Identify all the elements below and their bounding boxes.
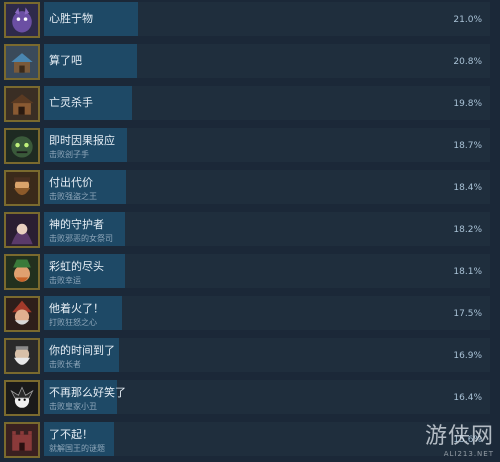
achievement-row: 即时因果报应 击败刽子手 18.7% [0,126,500,168]
achievement-row: 彩虹的尽头 击败幸运 18.1% [0,252,500,294]
achievement-percent: 16.4% [453,393,482,403]
site-watermark: 游侠网 ALI213.NET [425,418,494,458]
achievement-title: 即时因果报应 [49,134,115,147]
achievement-percent: 16.9% [453,351,482,361]
achievement-title: 彩虹的尽头 [49,260,104,273]
progress-bar: 他着火了！ 打败狂怒之心 17.5% [44,296,490,330]
achievement-row: 他着火了！ 打败狂怒之心 17.5% [0,294,500,336]
achievement-percent: 19.8% [453,99,482,109]
dark-green-monster-icon [4,128,40,164]
achievement-percent: 21.0% [453,15,482,25]
achievement-description: 击败长者 [49,360,81,369]
achievement-title: 了不起！ [49,428,93,441]
achievement-percent: 18.2% [453,225,482,235]
achievement-row: 亡灵杀手 19.8% [0,84,500,126]
achievement-row: 神的守护者 击败邪恶的女祭司 18.2% [0,210,500,252]
achievement-row: 心胜于物 21.0% [0,0,500,42]
achievement-description: 击败刽子手 [49,150,89,159]
house-icon [4,44,40,80]
achievement-description: 击败强盗之王 [49,192,97,201]
castle-icon [4,422,40,458]
achievement-row: 付出代价 击败强盗之王 18.4% [0,168,500,210]
progress-bar: 即时因果报应 击败刽子手 18.7% [44,128,490,162]
purple-creature-icon [4,2,40,38]
progress-bar: 亡灵杀手 19.8% [44,86,490,120]
achievement-title: 亡灵杀手 [49,96,93,109]
watermark-main: 游侠网 [424,424,494,449]
progress-bar: 不再那么好笑了 击败皇家小丑 16.4% [44,380,490,414]
achievement-title: 神的守护者 [49,218,104,231]
progress-bar: 你的时间到了 击败长者 16.9% [44,338,490,372]
progress-bar: 付出代价 击败强盗之王 18.4% [44,170,490,204]
progress-bar: 了不起！ 就解国王的谜题 15.6% [44,422,490,456]
progress-bar: 彩虹的尽头 击败幸运 18.1% [44,254,490,288]
watermark-sub: ALI213.NET [443,450,494,458]
achievement-title: 心胜于物 [49,12,93,25]
achievement-percent: 20.8% [453,57,482,67]
achievement-title: 不再那么好笑了 [49,386,126,399]
achievement-row: 算了吧 20.8% [0,42,500,84]
achievement-description: 就解国王的谜题 [49,444,105,453]
jester-icon [4,380,40,416]
achievement-percent: 18.4% [453,183,482,193]
progress-bar: 心胜于物 21.0% [44,2,490,36]
achievement-description: 击败幸运 [49,276,81,285]
achievement-description: 打败狂怒之心 [49,318,97,327]
achievement-title: 你的时间到了 [49,344,115,357]
achievement-row: 你的时间到了 击败长者 16.9% [0,336,500,378]
achievement-title: 付出代价 [49,176,93,189]
red-hat-wizard-icon [4,296,40,332]
leprechaun-icon [4,254,40,290]
achievement-percent: 18.7% [453,141,482,151]
achievement-row: 不再那么好笑了 击败皇家小丑 16.4% [0,378,500,420]
achievement-title: 他着火了！ [49,302,104,315]
old-sage-icon [4,338,40,374]
achievement-percent: 18.1% [453,267,482,277]
achievement-description: 击败皇家小丑 [49,402,97,411]
progress-bar: 神的守护者 击败邪恶的女祭司 18.2% [44,212,490,246]
achievement-description: 击败邪恶的女祭司 [49,234,113,243]
bearded-bandit-icon [4,170,40,206]
progress-bar: 算了吧 20.8% [44,44,490,78]
dark-priestess-icon [4,212,40,248]
achievement-list: 心胜于物 21.0% 算了吧 20.8% 亡灵杀手 19.8% 即时因果报应 击… [0,0,500,462]
wooden-cabin-icon [4,86,40,122]
achievement-title: 算了吧 [49,54,82,67]
achievement-percent: 17.5% [453,309,482,319]
